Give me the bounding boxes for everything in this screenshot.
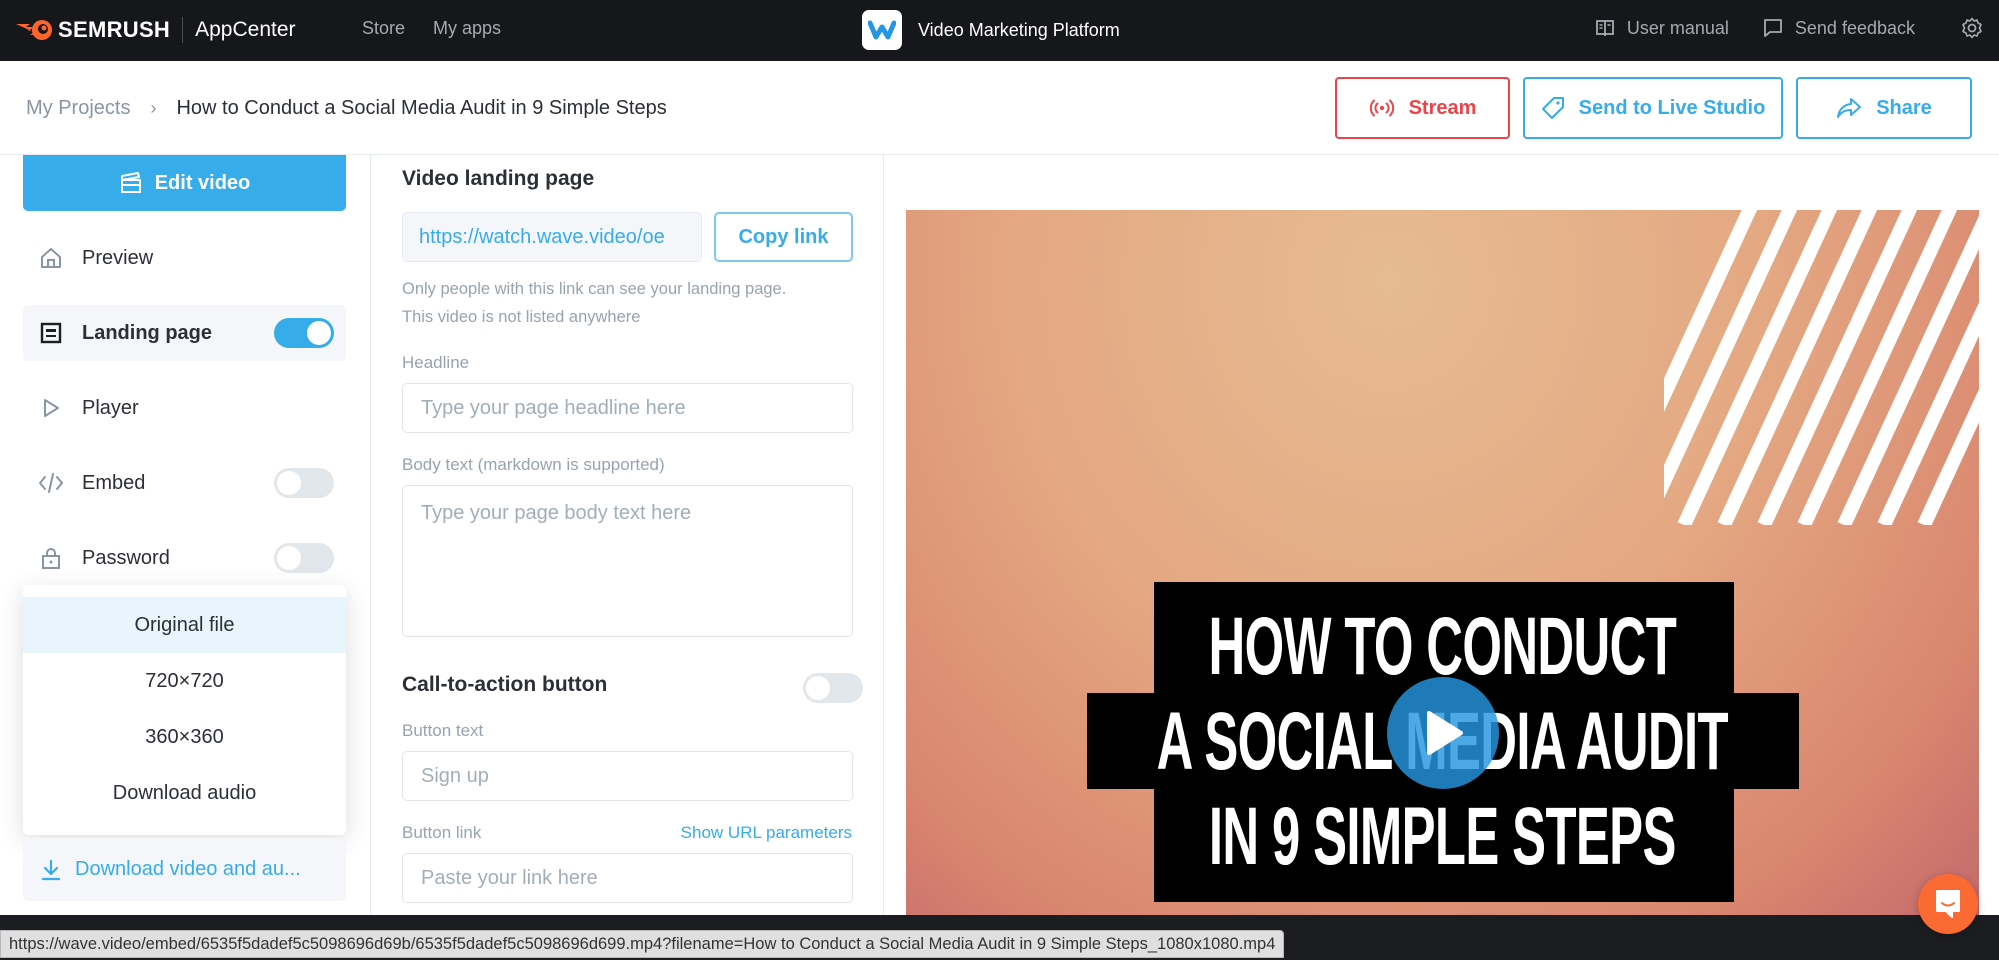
copy-link-button[interactable]: Copy link xyxy=(714,212,853,262)
semrush-flame-icon xyxy=(14,18,54,42)
broadcast-icon xyxy=(1369,99,1394,117)
user-manual-label: User manual xyxy=(1626,17,1729,38)
nav-store[interactable]: Store xyxy=(362,18,405,39)
project-header: My Projects › How to Conduct a Social Me… xyxy=(0,61,1999,155)
embed-toggle[interactable] xyxy=(274,468,334,498)
sidebar-item-label: Password xyxy=(82,546,170,569)
toggle-knob xyxy=(277,471,301,495)
chevron-right-icon: › xyxy=(150,98,157,118)
send-to-live-studio-label: Send to Live Studio xyxy=(1578,96,1766,119)
code-icon xyxy=(38,470,64,496)
sidebar-item-player[interactable]: Player xyxy=(23,380,346,436)
menu-item-360[interactable]: 360×360 xyxy=(23,709,346,765)
top-nav: Store My apps xyxy=(362,18,501,39)
edit-video-label: Edit video xyxy=(154,171,251,194)
play-button[interactable] xyxy=(1387,677,1499,789)
top-bar: SEMRUSH AppCenter Store My apps Video Ma… xyxy=(0,0,1999,61)
menu-item-720[interactable]: 720×720 xyxy=(23,653,346,709)
edit-video-button[interactable]: Edit video xyxy=(23,155,346,211)
app-title-text: Video Marketing Platform xyxy=(918,19,1120,40)
button-link-label: Button link xyxy=(402,823,482,842)
button-text-label: Button text xyxy=(402,721,484,740)
download-options-menu: Original file 720×720 360×360 Download a… xyxy=(23,585,346,835)
brand-app-name: AppCenter xyxy=(195,18,296,41)
password-toggle[interactable] xyxy=(274,543,334,573)
chat-bubble-icon xyxy=(1764,19,1782,37)
body-text-label: Body text (markdown is supported) xyxy=(402,455,665,474)
chat-icon xyxy=(1936,890,1960,918)
brand-name: SEMRUSH xyxy=(58,17,171,42)
user-manual-link[interactable]: User manual xyxy=(1595,18,1729,39)
cta-toggle[interactable] xyxy=(803,673,863,703)
send-to-live-studio-button[interactable]: Send to Live Studio xyxy=(1523,77,1783,139)
send-feedback-label: Send feedback xyxy=(1794,17,1915,38)
sidebar-item-label: Preview xyxy=(82,246,154,269)
nav-my-apps[interactable]: My apps xyxy=(433,18,501,39)
download-video-button[interactable]: Download video and au... xyxy=(23,838,346,901)
semrush-appcenter-logo[interactable]: SEMRUSH AppCenter xyxy=(14,14,296,46)
menu-item-download-audio[interactable]: Download audio xyxy=(23,765,346,821)
sidebar-item-landing-page[interactable]: Landing page xyxy=(23,305,346,361)
button-link-input[interactable]: Paste your link here xyxy=(402,853,853,903)
play-icon xyxy=(1427,711,1463,755)
send-feedback-link[interactable]: Send feedback xyxy=(1763,18,1915,39)
video-preview[interactable]: HOW TO CONDUCT A SOCIAL MEDIA AUDIT IN 9… xyxy=(906,210,1979,915)
download-video-label: Download video and au... xyxy=(75,858,301,880)
share-label: Share xyxy=(1876,96,1932,119)
download-icon xyxy=(41,859,61,880)
lock-icon xyxy=(38,545,64,571)
share-button[interactable]: Share xyxy=(1796,77,1972,139)
hint-line: Only people with this link can see your … xyxy=(402,280,787,298)
toggle-knob xyxy=(307,321,331,345)
privacy-hint: Only people with this link can see your … xyxy=(402,275,786,331)
share-arrow-icon xyxy=(1837,98,1862,118)
stream-button[interactable]: Stream xyxy=(1335,77,1510,139)
landing-page-url-field[interactable]: https://watch.wave.video/oe xyxy=(402,212,702,262)
app-title: Video Marketing Platform xyxy=(862,10,1120,50)
sidebar-item-label: Landing page xyxy=(82,321,212,344)
sidebar-item-label: Player xyxy=(82,396,139,419)
sidebar-item-label: Embed xyxy=(82,471,146,494)
play-outline-icon xyxy=(38,395,64,421)
button-text-input[interactable]: Sign up xyxy=(402,751,853,801)
page-layout-icon xyxy=(38,320,64,346)
menu-item-original-file[interactable]: Original file xyxy=(23,597,346,653)
headline-input[interactable]: Type your page headline here xyxy=(402,383,853,433)
landing-page-settings: Video landing page https://watch.wave.vi… xyxy=(371,155,884,915)
breadcrumb-current: How to Conduct a Social Media Audit in 9… xyxy=(176,97,667,119)
left-sidebar: Edit video Preview Landing page Player E… xyxy=(0,155,371,915)
wave-logo-icon xyxy=(862,10,902,50)
landing-page-toggle[interactable] xyxy=(274,318,334,348)
video-title-line: IN 9 SIMPLE STEPS xyxy=(1208,791,1677,882)
gear-icon[interactable] xyxy=(1961,17,1983,39)
top-links: User manual Send feedback xyxy=(1595,17,1999,39)
sidebar-item-preview[interactable]: Preview xyxy=(23,230,346,286)
section-title-cta: Call-to-action button xyxy=(402,673,608,696)
stream-label: Stream xyxy=(1408,96,1477,119)
breadcrumb-my-projects[interactable]: My Projects xyxy=(26,97,130,120)
tag-icon xyxy=(1541,97,1564,119)
headline-label: Headline xyxy=(402,353,470,372)
link-hover-url: https://wave.video/embed/6535f5dadef5c50… xyxy=(0,930,1285,958)
body-text-input[interactable]: Type your page body text here xyxy=(402,485,853,637)
brand-divider xyxy=(182,17,184,43)
toggle-knob xyxy=(806,676,830,700)
section-title-landing-page: Video landing page xyxy=(402,167,595,190)
hint-line: This video is not listed anywhere xyxy=(402,308,641,326)
video-title-overlay: HOW TO CONDUCT A SOCIAL MEDIA AUDIT IN 9… xyxy=(906,210,1979,915)
book-icon xyxy=(1595,20,1614,36)
clapperboard-icon xyxy=(120,172,141,193)
toggle-knob xyxy=(277,546,301,570)
show-url-parameters-link[interactable]: Show URL parameters xyxy=(681,823,852,843)
sidebar-item-password[interactable]: Password xyxy=(23,530,346,586)
home-icon xyxy=(38,245,64,271)
sidebar-item-embed[interactable]: Embed xyxy=(23,455,346,511)
support-chat-button[interactable] xyxy=(1918,874,1978,934)
breadcrumb: My Projects › How to Conduct a Social Me… xyxy=(26,97,667,120)
